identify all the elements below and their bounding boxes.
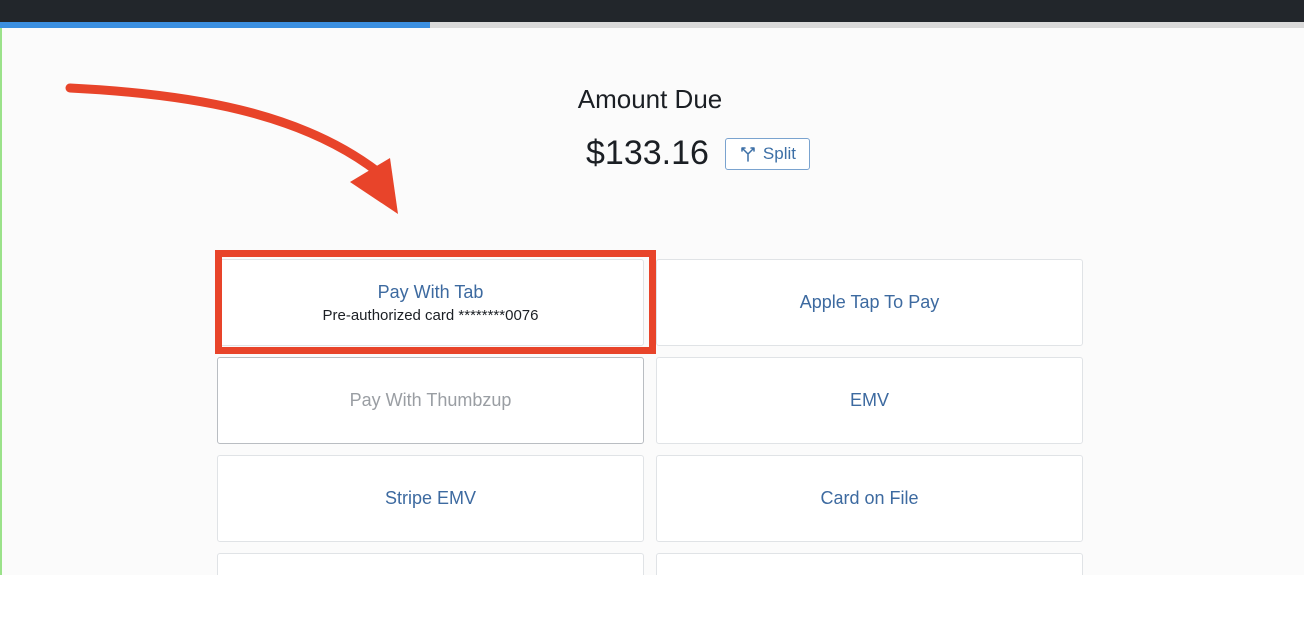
pay-option-label: Pay With Thumbzup [349, 390, 512, 410]
amount-due-value: $133.16 [586, 134, 709, 172]
top-bar [0, 0, 1304, 22]
amount-row: $133.16 Split [586, 134, 810, 173]
payment-options-grid: Pay With Tab Pre-authorized card *******… [217, 259, 1083, 575]
progress-bar [0, 22, 1304, 28]
pay-option-label: Card on File [820, 488, 919, 508]
pay-option-label: Stripe EMV [384, 488, 477, 508]
split-button[interactable]: Split [724, 137, 810, 170]
payment-option-button[interactable] [656, 553, 1083, 575]
pay-with-tab-button[interactable]: Pay With Tab Pre-authorized card *******… [217, 259, 644, 346]
emv-button[interactable]: EMV [656, 357, 1083, 444]
stripe-emv-button[interactable]: Stripe EMV [217, 455, 644, 542]
split-icon [739, 146, 757, 162]
payment-option-button[interactable] [217, 553, 644, 575]
split-button-label: Split [762, 143, 796, 163]
pay-option-label: Apple Tap To Pay [799, 292, 940, 312]
progress-bar-fill [0, 22, 431, 28]
pay-option-label: Pay With Tab [377, 281, 484, 302]
card-on-file-button[interactable]: Card on File [656, 455, 1083, 542]
payment-screen: Amount Due $133.16 Split Pay With Tab Pr… [0, 0, 1304, 575]
pay-option-label: EMV [849, 390, 889, 410]
pay-with-thumbzup-button[interactable]: Pay With Thumbzup [217, 357, 644, 444]
amount-due-title: Amount Due [577, 84, 723, 114]
pre-authorized-card-text: Pre-authorized card ********0076 [322, 306, 539, 324]
apple-tap-to-pay-button[interactable]: Apple Tap To Pay [656, 259, 1083, 346]
